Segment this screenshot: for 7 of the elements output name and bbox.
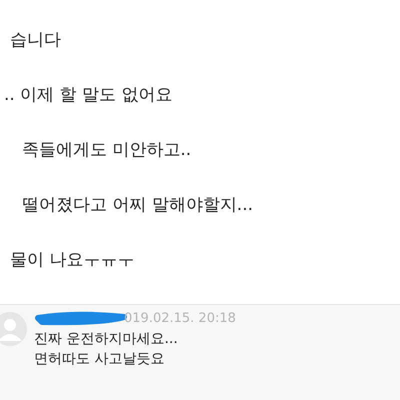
post-text: .. 이제 할 말도 없어요 [3, 85, 174, 105]
post-text: 족들에게도 미안하고.. [21, 140, 192, 160]
post-text: 물이 나요ㅜㅠㅜ [9, 250, 136, 270]
comment-date: 019.02.15. 20:18 [124, 310, 236, 326]
post-text: 습니다 [9, 30, 62, 50]
comment-text: 진짜 운전하지마세요... 면허따도 사고날듯요 [34, 330, 179, 369]
post-text: 떨어졌다고 어찌 말해야할지... [21, 195, 254, 215]
